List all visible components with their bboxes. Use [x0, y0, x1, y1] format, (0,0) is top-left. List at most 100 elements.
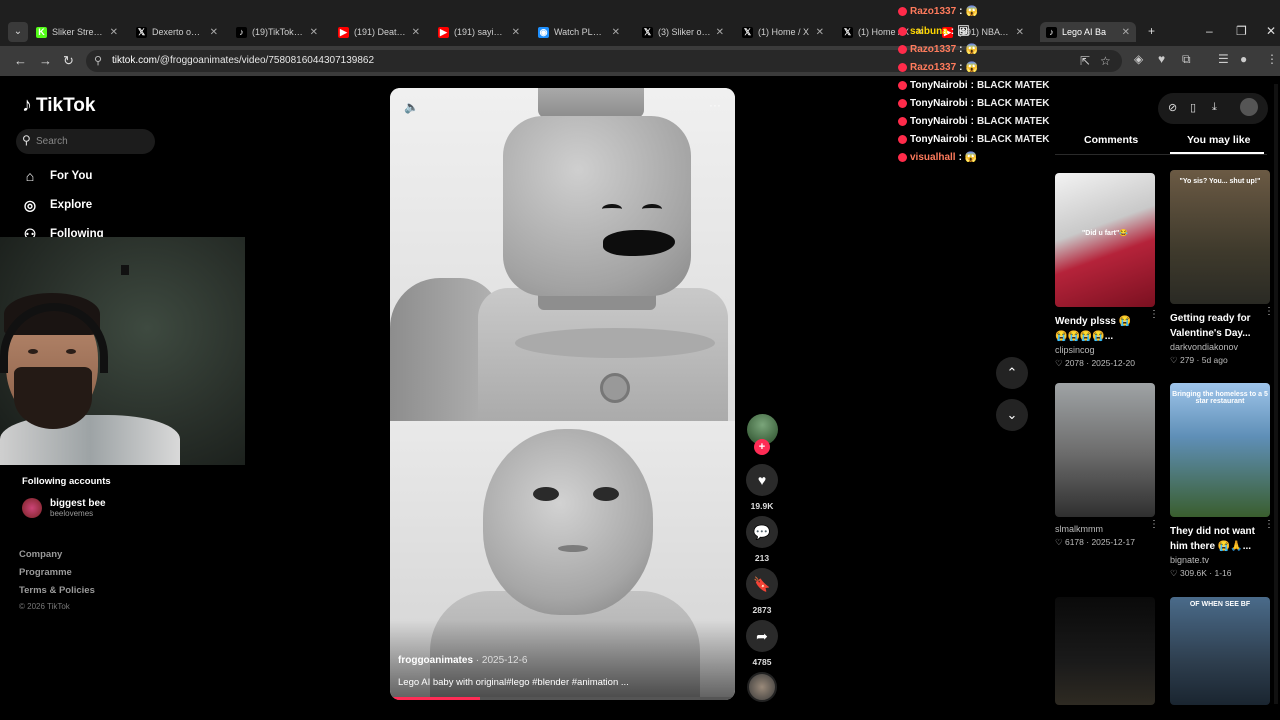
chat-user: visualhall [910, 152, 956, 163]
browser-tab[interactable]: K Sliker Stream ✕ [30, 22, 124, 42]
tab-search-button[interactable]: ⌄ [8, 22, 28, 42]
close-tab-icon[interactable]: ✕ [110, 27, 124, 38]
phone-icon[interactable]: ▯ [1190, 101, 1196, 114]
back-icon[interactable]: ← [14, 53, 27, 68]
site-info-icon[interactable]: ⚲ [94, 54, 102, 67]
browser-tab[interactable]: 𝕏 (3) Sliker on X: ✕ [636, 22, 730, 42]
following-account[interactable]: biggest bee beelovemes [22, 498, 106, 518]
save-action[interactable]: 🔖 2873 [746, 568, 778, 615]
card-author[interactable]: slmalkmmm [1055, 524, 1155, 534]
close-tab-icon[interactable]: ✕ [412, 27, 426, 38]
user-avatar[interactable] [1240, 98, 1258, 116]
sound-disc[interactable] [747, 672, 777, 702]
close-tab-icon[interactable]: ✕ [1016, 27, 1030, 38]
video-thumbnail[interactable]: OF WHEN SEE BF [1170, 597, 1270, 705]
volume-icon[interactable]: 🔈 [404, 100, 419, 114]
reload-icon[interactable]: ↻ [63, 53, 74, 69]
tab-comments[interactable]: Comments [1084, 134, 1138, 146]
scrollbar[interactable] [1274, 84, 1278, 704]
share-action[interactable]: ➦ 4785 [746, 620, 778, 667]
video-thumbnail[interactable]: "Yo sis? You... shut up!" [1170, 170, 1270, 304]
recommended-video-card[interactable]: slmalkmmm ♡ 6178 · 2025-12-17 ⋮ [1055, 383, 1159, 548]
browser-tab[interactable]: 𝕏 (1) Home / X ✕ [736, 22, 830, 42]
follow-plus-icon[interactable]: + [754, 439, 770, 455]
compass-icon[interactable]: ⊘ [1168, 101, 1177, 114]
footer-programme-link[interactable]: Programme [19, 567, 72, 578]
video-author[interactable]: froggoanimates · 2025-12-6 [398, 655, 528, 666]
video-thumbnail[interactable] [1055, 383, 1155, 517]
close-window-icon[interactable]: ✕ [1266, 24, 1276, 38]
progress-fill [390, 697, 480, 700]
search-box[interactable]: ⚲ [16, 129, 155, 154]
card-likes-date: ♡ 309.6K · 1-16 [1170, 568, 1232, 578]
restore-icon[interactable]: ❐ [1236, 24, 1247, 38]
nav-explore[interactable]: ◎ Explore [22, 197, 92, 213]
recommended-video-card[interactable]: "Did u fart"😂 Wendy plsss 😭 😭😭😭😭... clipsin… [1055, 173, 1159, 369]
more-options-icon[interactable]: ⋮ [1149, 519, 1159, 530]
menu-kebab-icon[interactable]: ⋮ [1266, 52, 1278, 66]
video-player[interactable]: 🔈 ··· froggoanimates · 2025-12-6 Lego AI… [390, 88, 735, 700]
comment-icon[interactable]: 💬 [746, 516, 778, 548]
forward-icon[interactable]: → [39, 53, 52, 68]
next-video-button[interactable]: ⌄ [996, 399, 1028, 431]
chat-message: visualhall: 😱 [898, 152, 977, 163]
like-action[interactable]: ♥ 19.9K [746, 464, 778, 511]
comment-action[interactable]: 💬 213 [746, 516, 778, 563]
close-tab-icon[interactable]: ✕ [512, 27, 526, 38]
chat-user: Razo1337 [910, 62, 957, 73]
more-options-icon[interactable]: ⋮ [1149, 309, 1159, 320]
card-author[interactable]: clipsincog [1055, 345, 1155, 355]
tab-you-may-like[interactable]: You may like [1187, 134, 1250, 146]
recommended-video-card[interactable]: Bringing the homeless to a 5 star restau… [1170, 383, 1274, 579]
extension-icon[interactable]: ♥ [1158, 52, 1165, 66]
close-tab-icon[interactable]: ✕ [612, 27, 626, 38]
bookmark-star-icon[interactable]: ☆ [1100, 54, 1111, 68]
video-progress-bar[interactable] [390, 697, 735, 700]
video-caption[interactable]: Lego AI baby with original#lego #blender… [398, 677, 629, 688]
card-author[interactable]: darkvondiakonov [1170, 342, 1270, 352]
browser-tab[interactable]: 𝕏 Dexerto on X: ✕ [130, 22, 224, 42]
browser-tab[interactable]: ▶ (191) saying " ✕ [432, 22, 526, 42]
browser-tab[interactable]: ▶ (191) Death N ✕ [332, 22, 426, 42]
footer-company-link[interactable]: Company [19, 549, 62, 560]
close-tab-icon[interactable]: ✕ [716, 27, 730, 38]
close-tab-icon[interactable]: ✕ [310, 27, 324, 38]
recommended-video-card[interactable] [1055, 597, 1155, 705]
card-title-line: him there 😭🙏... [1170, 541, 1252, 552]
extensions-puzzle-icon[interactable]: ⧉ [1182, 52, 1191, 67]
download-icon[interactable]: ⤓ [1212, 101, 1217, 114]
close-tab-icon[interactable]: ✕ [816, 27, 830, 38]
url-path: /@froggoanimates/video/75808160443071398… [157, 55, 375, 66]
browser-tab[interactable]: ♪ (19)TikTok - M ✕ [230, 22, 324, 42]
previous-video-button[interactable]: ⌃ [996, 357, 1028, 389]
footer-terms-link[interactable]: Terms & Policies [19, 585, 95, 596]
video-thumbnail[interactable]: Bringing the homeless to a 5 star restau… [1170, 383, 1270, 517]
recommended-video-card[interactable]: "Yo sis? You... shut up!" Getting ready f… [1170, 170, 1274, 366]
browser-tab[interactable]: ♪ Lego AI Ba ✕ [1040, 22, 1136, 42]
video-thumbnail[interactable]: "Did u fart"😂 [1055, 173, 1155, 307]
bookmark-icon[interactable]: 🔖 [746, 568, 778, 600]
more-options-icon[interactable]: ··· [709, 98, 721, 112]
heart-icon[interactable]: ♥ [746, 464, 778, 496]
browser-tab[interactable]: ◉ Watch PLEASE ✕ [532, 22, 626, 42]
more-options-icon[interactable]: ⋮ [1264, 519, 1274, 530]
more-options-icon[interactable]: ⋮ [1264, 306, 1274, 317]
install-app-icon[interactable]: ⇱ [1080, 54, 1090, 68]
nav-for-you[interactable]: ⌂ For You [22, 168, 93, 184]
close-tab-icon[interactable]: ✕ [210, 27, 224, 38]
media-control-icon[interactable]: ☰ [1218, 52, 1229, 66]
share-icon[interactable]: ➦ [746, 620, 778, 652]
chat-separator: : [959, 62, 963, 73]
profile-icon[interactable]: ● [1240, 52, 1247, 66]
browser-tab-bar: ⌄ K Sliker Stream ✕ 𝕏 Dexerto on X: ✕ ♪ (19)Tik… [0, 0, 1280, 46]
extension-icon[interactable]: ◈ [1134, 52, 1143, 66]
minimize-icon[interactable]: – [1206, 24, 1213, 38]
video-thumbnail[interactable] [1055, 597, 1155, 705]
close-tab-icon[interactable]: ✕ [1122, 27, 1136, 38]
search-input[interactable] [36, 132, 146, 151]
badge-icon [898, 45, 907, 54]
card-author[interactable]: bignate.tv [1170, 555, 1270, 565]
tiktok-logo[interactable]: ♪ TikTok [22, 94, 95, 117]
new-tab-button[interactable]: + [1148, 24, 1155, 38]
recommended-video-card[interactable]: OF WHEN SEE BF [1170, 597, 1270, 705]
